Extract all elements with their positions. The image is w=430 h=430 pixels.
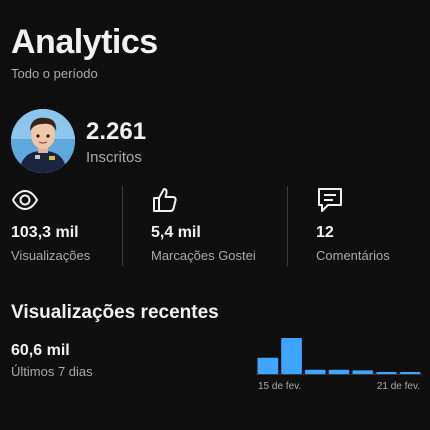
eye-icon	[11, 189, 39, 211]
likes-value: 5,4 mil	[151, 224, 201, 241]
subscriber-count: 2.261	[86, 118, 147, 145]
subscriber-label: Inscritos	[86, 149, 142, 166]
stat-views[interactable]: 103,3 mil Visualizações	[11, 186, 90, 266]
recent-views-value: 60,6 mil	[11, 342, 70, 359]
stat-divider	[122, 186, 123, 266]
chart-bar	[281, 338, 302, 374]
stat-likes[interactable]: 5,4 mil Marcações Gostei	[151, 186, 256, 266]
chart-bar	[328, 369, 350, 374]
period-label[interactable]: Todo o período	[11, 66, 98, 81]
comment-icon	[318, 188, 342, 212]
analytics-page: Analytics Todo o período 2.261 Inscritos	[0, 0, 430, 430]
views-value: 103,3 mil	[11, 224, 79, 241]
stat-comments[interactable]: 12 Comentários	[316, 186, 390, 266]
stat-divider	[287, 186, 288, 266]
likes-label: Marcações Gostei	[151, 248, 256, 263]
avatar-image	[11, 109, 75, 173]
chart-bar	[304, 369, 326, 374]
chart-bar	[376, 372, 397, 374]
recent-views-period: Últimos 7 dias	[11, 364, 93, 379]
chart-bar	[352, 370, 374, 374]
chart-tick-label: 15 de fev.	[258, 381, 301, 392]
page-title: Analytics	[11, 23, 158, 61]
recent-views-title: Visualizações recentes	[11, 302, 219, 323]
views-label: Visualizações	[11, 248, 91, 263]
channel-avatar[interactable]	[11, 109, 75, 173]
chart-bar	[257, 357, 279, 374]
comments-label: Comentários	[316, 248, 390, 263]
thumbs-up-icon	[153, 188, 177, 212]
comments-value: 12	[316, 224, 334, 241]
chart-bar	[399, 372, 421, 374]
chart-tick-label: 21 de fev.	[377, 381, 420, 392]
recent-views-chart[interactable]: 15 de fev. 21 de fev.	[256, 330, 422, 394]
